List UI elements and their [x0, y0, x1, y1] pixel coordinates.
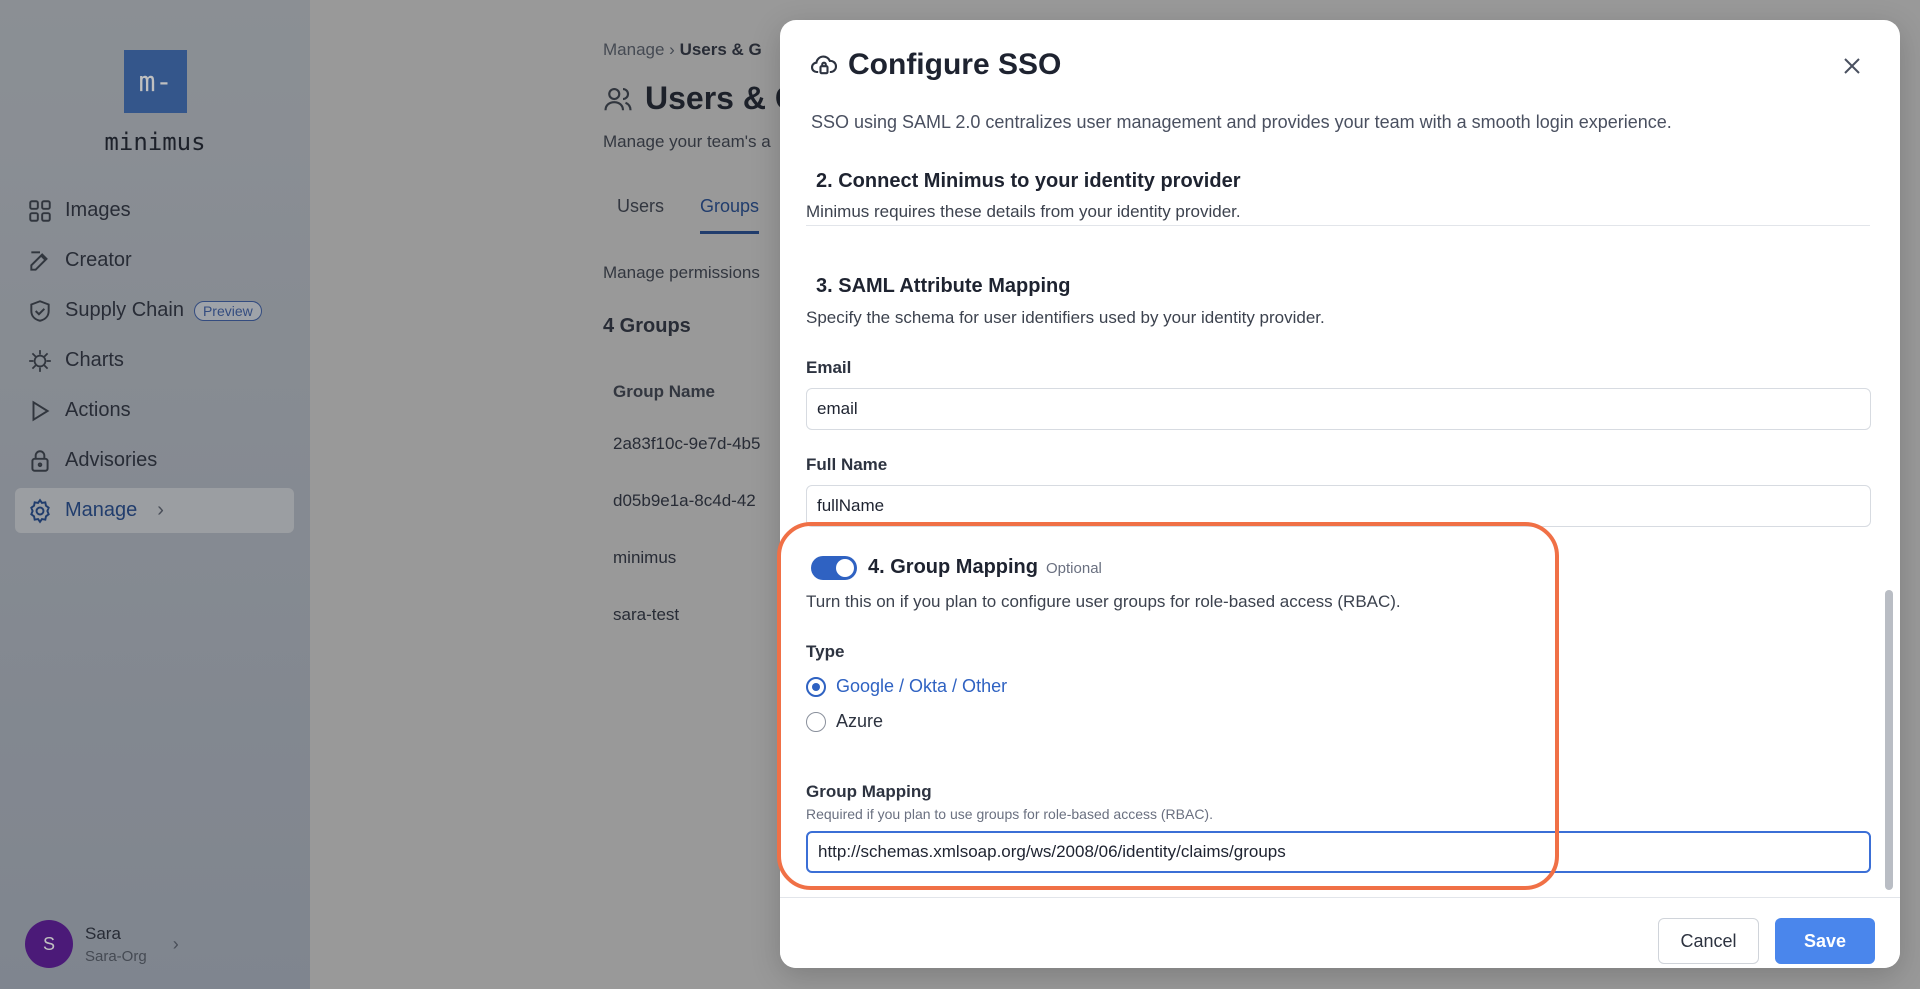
section-group-mapping-description: Turn this on if you plan to configure us…: [806, 592, 1401, 611]
email-field[interactable]: [806, 388, 1871, 430]
type-option-label: Google / Okta / Other: [836, 676, 1008, 696]
email-label: Email: [806, 358, 852, 377]
group-mapping-label: Group Mapping: [806, 782, 932, 801]
type-option-google-okta-other[interactable]: Google / Okta / Other: [806, 676, 1007, 697]
type-label: Type: [806, 642, 845, 661]
radio-checked-icon[interactable]: [806, 676, 826, 697]
group-mapping-toggle[interactable]: [811, 556, 857, 580]
full-name-label: Full Name: [806, 455, 888, 474]
section-saml-description: Specify the schema for user identifiers …: [806, 308, 1325, 327]
cloud-lock-icon: [811, 55, 838, 75]
optional-tag: Optional: [1046, 560, 1102, 577]
dialog-header: Configure SSO: [810, 48, 1061, 82]
dialog-subtitle: SSO using SAML 2.0 centralizes user mana…: [811, 112, 1672, 132]
dialog-footer: Cancel Save: [780, 897, 1900, 968]
section-connect-title: 2. Connect Minimus to your identity prov…: [816, 170, 1241, 192]
section-group-mapping-title-text: 4. Group Mapping: [868, 556, 1038, 578]
group-mapping-hint: Required if you plan to use groups for r…: [806, 806, 1213, 822]
full-name-field[interactable]: [806, 485, 1871, 527]
dialog-scroll-area[interactable]: 2. Connect Minimus to your identity prov…: [780, 150, 1900, 895]
type-option-azure[interactable]: Azure: [806, 711, 883, 732]
group-mapping-field[interactable]: [806, 831, 1871, 873]
section-connect-description: Minimus requires these details from your…: [806, 202, 1241, 221]
radio-unchecked-icon[interactable]: [806, 711, 826, 732]
save-button[interactable]: Save: [1775, 918, 1875, 964]
close-icon[interactable]: [1840, 54, 1864, 78]
section-group-mapping-title: 4. Group Mapping Optional: [868, 556, 1102, 579]
divider: [806, 225, 1870, 226]
cancel-button[interactable]: Cancel: [1658, 918, 1759, 964]
dialog-title: Configure SSO: [848, 48, 1062, 81]
type-option-label: Azure: [836, 711, 884, 731]
dialog-scrollbar[interactable]: [1885, 590, 1893, 890]
section-saml-title: 3. SAML Attribute Mapping: [816, 275, 1071, 297]
configure-sso-dialog: Configure SSO SSO using SAML 2.0 central…: [780, 20, 1900, 968]
